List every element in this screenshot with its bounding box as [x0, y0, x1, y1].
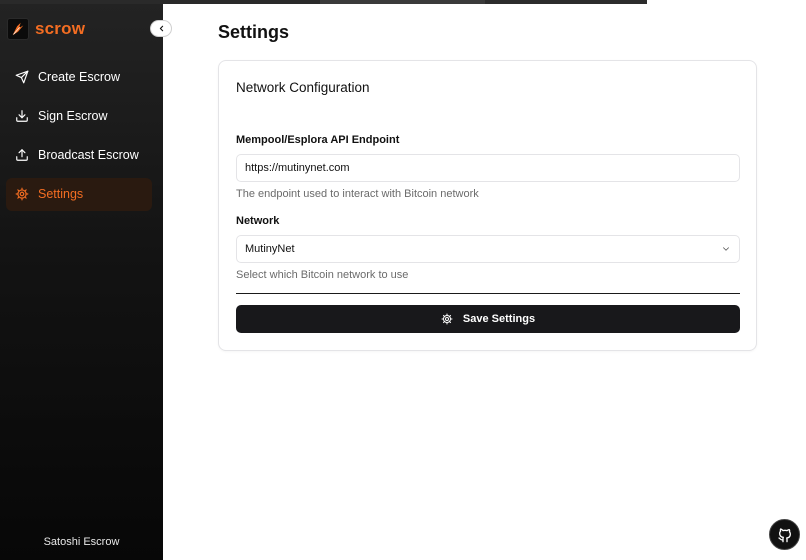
send-icon — [15, 70, 29, 83]
sidebar-item-settings[interactable]: Settings — [6, 177, 152, 211]
upload-icon — [16, 149, 28, 161]
sidebar-item-label: Create Escrow — [38, 69, 120, 84]
divider — [236, 293, 740, 294]
network-help-text: Select which Bitcoin network to use — [236, 269, 409, 281]
page-title: Settings — [218, 22, 290, 42]
brand-name: scrow — [35, 19, 86, 38]
chevron-down-icon — [723, 247, 729, 251]
sidebar-nav: Create Escrow Sign Escrow Broadcast Escr… — [6, 60, 152, 217]
download-icon — [16, 109, 28, 122]
sidebar: scrow Create Escrow Sign Escrow Broadcas… — [0, 4, 163, 560]
endpoint-label: Mempool/Esplora API Endpoint — [236, 134, 400, 146]
sidebar-item-label: Broadcast Escrow — [38, 148, 139, 163]
chevron-left-icon — [159, 25, 163, 32]
card-title: Network Configuration — [236, 80, 370, 95]
github-icon — [777, 527, 791, 542]
github-button[interactable] — [769, 519, 800, 550]
gear-icon — [441, 313, 453, 325]
endpoint-help-text: The endpoint used to interact with Bitco… — [236, 188, 479, 200]
sidebar-item-create-escrow[interactable]: Create Escrow — [6, 60, 152, 93]
network-label: Network — [236, 215, 280, 227]
network-selected-value: MutinyNet — [245, 243, 295, 255]
gear-icon — [15, 187, 29, 201]
sidebar-footer-name: Satoshi Escrow — [43, 536, 120, 548]
sidebar-item-sign-escrow[interactable]: Sign Escrow — [6, 99, 152, 132]
brand[interactable]: scrow — [7, 16, 85, 42]
sidebar-collapse-button[interactable] — [150, 20, 172, 37]
sidebar-item-label: Sign Escrow — [38, 108, 108, 123]
brand-logo-icon — [7, 18, 29, 40]
endpoint-input[interactable] — [236, 154, 740, 182]
sidebar-item-label: Settings — [38, 187, 84, 202]
save-settings-label: Save Settings — [462, 313, 536, 325]
network-select[interactable]: MutinyNet — [236, 235, 740, 263]
save-settings-button[interactable]: Save Settings — [236, 305, 740, 333]
network-configuration-card: Network Configuration Mempool/Esplora AP… — [218, 60, 757, 351]
sidebar-item-broadcast-escrow[interactable]: Broadcast Escrow — [6, 139, 152, 172]
